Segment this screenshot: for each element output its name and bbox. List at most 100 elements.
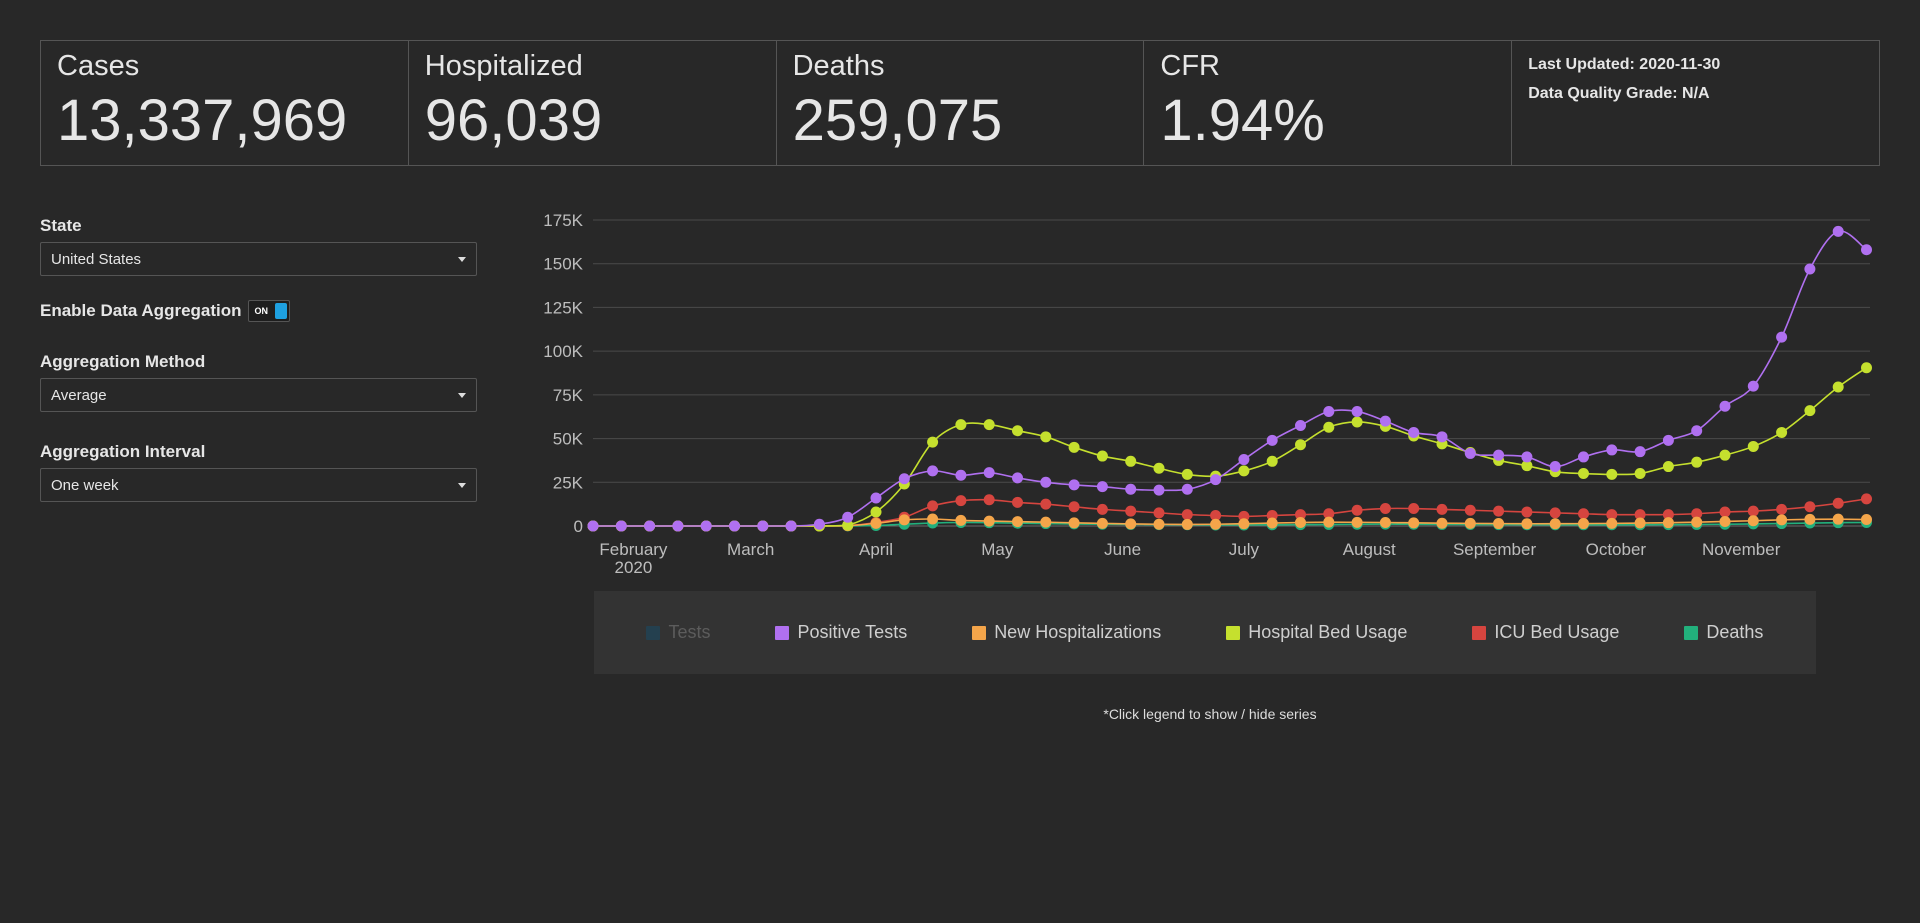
- data-point: [1832, 225, 1844, 237]
- legend-label: Tests: [668, 622, 711, 642]
- data-point: [672, 520, 684, 532]
- data-point: [1096, 517, 1108, 529]
- legend-swatch: [1472, 625, 1487, 640]
- data-point: [1776, 331, 1788, 343]
- x-tick-label: October: [1586, 540, 1647, 559]
- legend-item[interactable]: Hospital Bed Usage: [1226, 622, 1407, 643]
- data-point: [757, 520, 769, 532]
- data-point: [1606, 444, 1618, 456]
- stats-bar: Cases 13,337,969 Hospitalized 96,039 Dea…: [40, 40, 1880, 166]
- stat-cases: Cases 13,337,969: [40, 40, 409, 166]
- data-point: [927, 500, 939, 512]
- data-point: [1153, 484, 1165, 496]
- data-point: [927, 465, 939, 477]
- stat-label: Deaths: [792, 50, 885, 82]
- data-point: [1096, 481, 1108, 493]
- toggle-state-text: ON: [254, 306, 269, 316]
- data-point: [1719, 506, 1731, 518]
- data-point: [1549, 461, 1561, 473]
- data-point: [1266, 455, 1278, 467]
- data-point: [1125, 505, 1137, 517]
- data-point: [1351, 405, 1363, 417]
- method-label: Aggregation Method: [40, 352, 206, 371]
- data-point: [1210, 474, 1222, 486]
- data-point: [1662, 461, 1674, 473]
- legend-label: Hospital Bed Usage: [1248, 622, 1408, 642]
- data-point: [1634, 468, 1646, 480]
- data-point: [1464, 517, 1476, 529]
- data-point: [1521, 506, 1533, 518]
- data-point: [1747, 505, 1759, 517]
- y-tick-label: 100K: [543, 342, 583, 361]
- legend-item[interactable]: Positive Tests: [775, 622, 907, 643]
- data-point: [1408, 517, 1420, 529]
- data-point: [1295, 419, 1306, 431]
- line-chart: 0 25K 50K 75K 100K 125K 150K 175K February2020 Ma…: [543, 211, 1872, 577]
- data-point: [1578, 518, 1589, 530]
- data-point: [1606, 517, 1618, 529]
- data-point: [1351, 516, 1363, 528]
- interval-select[interactable]: One week: [40, 468, 477, 502]
- data-point: [1521, 451, 1533, 463]
- data-point: [870, 517, 882, 529]
- data-point: [1379, 503, 1391, 515]
- data-point: [1549, 518, 1561, 530]
- data-point: [1153, 518, 1165, 530]
- data-point: [1804, 501, 1816, 513]
- x-tick-label: February: [599, 540, 668, 559]
- legend-item[interactable]: New Hospitalizations: [972, 622, 1161, 643]
- data-point: [1379, 517, 1391, 529]
- stat-cfr: CFR 1.94%: [1143, 40, 1513, 166]
- data-point: [1747, 440, 1759, 452]
- data-point: [1436, 503, 1448, 515]
- data-point: [1323, 421, 1335, 433]
- data-point: [1606, 468, 1618, 480]
- data-point: [955, 514, 967, 526]
- data-point: [1747, 515, 1759, 527]
- legend-item[interactable]: Tests: [646, 622, 711, 643]
- x-tick-label: 2020: [615, 558, 653, 577]
- data-point: [1776, 426, 1788, 438]
- aggregation-toggle[interactable]: ON: [247, 300, 290, 322]
- data-point: [1040, 516, 1052, 528]
- data-point: [1181, 509, 1193, 521]
- data-point: [1493, 449, 1505, 461]
- legend-label: New Hospitalizations: [994, 622, 1162, 642]
- y-tick-label: 0: [574, 517, 583, 536]
- method-select[interactable]: Average: [40, 378, 477, 412]
- legend-swatch: [1226, 625, 1241, 640]
- data-point: [983, 515, 995, 527]
- data-point: [1238, 465, 1250, 477]
- data-point: [1691, 456, 1703, 468]
- data-point: [1238, 518, 1250, 530]
- data-point: [1408, 503, 1420, 515]
- y-tick-label: 150K: [543, 255, 583, 274]
- data-point: [1012, 496, 1023, 508]
- stat-value: 13,337,969: [57, 87, 348, 153]
- data-point: [1832, 513, 1844, 525]
- data-point: [700, 520, 712, 532]
- data-point: [1068, 501, 1080, 513]
- data-point: [898, 514, 910, 526]
- chevron-down-icon: [458, 256, 466, 262]
- legend-label: Deaths: [1706, 622, 1764, 642]
- y-tick-label: 175K: [543, 211, 583, 230]
- stat-hospitalized: Hospitalized 96,039: [407, 40, 777, 166]
- data-point: [1096, 450, 1108, 462]
- chevron-down-icon: [458, 482, 466, 488]
- data-point: [1210, 518, 1222, 530]
- data-point: [1040, 431, 1052, 443]
- data-point: [1323, 405, 1335, 417]
- legend-label: Positive Tests: [797, 622, 908, 642]
- toggle-knob: [274, 303, 287, 319]
- legend-item[interactable]: ICU Bed Usage: [1472, 622, 1619, 643]
- data-point: [983, 494, 995, 506]
- stat-value: 259,075: [792, 87, 1003, 153]
- data-point: [1040, 498, 1052, 510]
- data-quality-text: Data Quality Grade: N/A: [1528, 85, 1710, 102]
- legend-item[interactable]: Deaths: [1684, 622, 1763, 643]
- data-point: [1634, 446, 1646, 458]
- data-point: [1040, 476, 1052, 488]
- state-select[interactable]: United States: [40, 242, 477, 276]
- data-point: [644, 520, 656, 532]
